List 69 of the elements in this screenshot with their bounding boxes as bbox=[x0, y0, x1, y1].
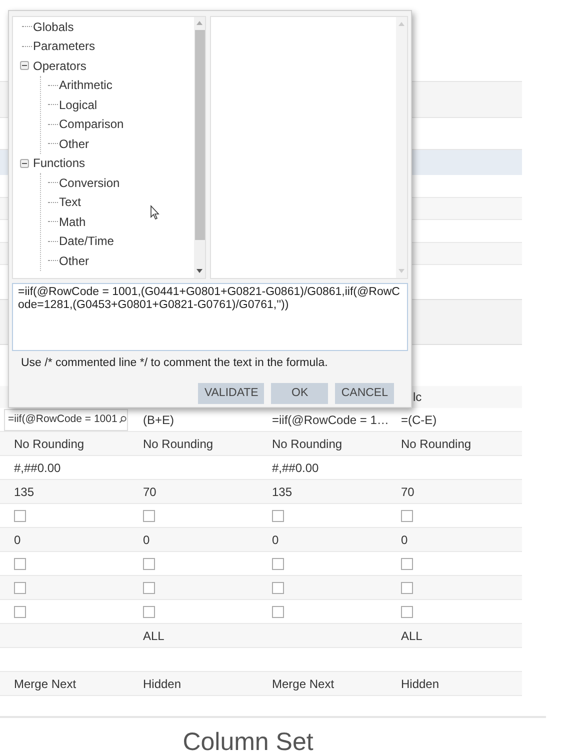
scroll-up-icon[interactable] bbox=[196, 19, 203, 27]
checkbox[interactable] bbox=[272, 582, 284, 594]
table-cell-text: #,##0.00 bbox=[14, 460, 61, 476]
table-cell-text: (B+E) bbox=[143, 412, 174, 428]
checkbox[interactable] bbox=[143, 606, 155, 618]
tree-item[interactable]: Conversion bbox=[59, 174, 120, 192]
tree-item[interactable]: Comparison bbox=[59, 115, 124, 134]
checkbox[interactable] bbox=[143, 510, 155, 522]
checkbox[interactable] bbox=[14, 582, 26, 594]
tree-item[interactable]: Globals bbox=[33, 18, 74, 36]
checkbox[interactable] bbox=[14, 606, 26, 618]
checkbox[interactable] bbox=[401, 558, 413, 570]
table-cell-text: #,##0.00 bbox=[272, 460, 319, 476]
scroll-up-icon[interactable] bbox=[398, 20, 405, 28]
checkbox[interactable] bbox=[272, 558, 284, 570]
table-cell-text: 0 bbox=[143, 532, 150, 548]
table-cell-text: 0 bbox=[14, 532, 21, 548]
formula-field[interactable]: =iif(@RowCode = 1001,(G0441+G0801+G0821-G0861)/G0861,iif(@RowCode=1281,(G0453+G0801+G0821-G0761)/G0761,'')) bbox=[12, 282, 408, 351]
tree-item[interactable]: Other bbox=[59, 252, 90, 270]
tree-item[interactable]: Arithmetic bbox=[59, 76, 112, 94]
checkbox[interactable] bbox=[14, 510, 26, 522]
table-cell-text: No Rounding bbox=[143, 436, 214, 452]
section-title: Column Set bbox=[182, 727, 314, 755]
tree-item[interactable]: Operators bbox=[33, 56, 86, 75]
table-cell-text: No Rounding bbox=[272, 436, 342, 452]
scrollbar[interactable] bbox=[194, 17, 205, 278]
checkbox[interactable] bbox=[401, 606, 413, 618]
table-cell-text: ALL bbox=[143, 628, 164, 644]
tree-item[interactable]: Functions bbox=[33, 154, 86, 172]
table-cell-text: =iif(@RowCode = 1… bbox=[272, 412, 389, 428]
dialog-button[interactable]: VALIDATE bbox=[198, 383, 264, 404]
checkbox[interactable] bbox=[272, 606, 284, 618]
tree-item[interactable]: Logical bbox=[59, 96, 98, 114]
table-cell-text: 70 bbox=[143, 484, 156, 500]
checkbox[interactable] bbox=[272, 510, 284, 522]
table-cell-text: No Rounding bbox=[401, 436, 472, 452]
table-cell-text: 0 bbox=[272, 532, 279, 548]
table-cell-text: lc bbox=[413, 389, 422, 406]
collapse-icon[interactable] bbox=[20, 61, 28, 70]
tree-item[interactable]: Text bbox=[59, 193, 82, 212]
pointer-icon bbox=[150, 205, 160, 220]
table-cell-text: 135 bbox=[14, 484, 34, 500]
checkbox[interactable] bbox=[401, 510, 413, 522]
tree-item[interactable]: Parameters bbox=[33, 37, 96, 56]
table-cell-text: No Rounding bbox=[14, 436, 84, 452]
tree-item[interactable]: Date/Time bbox=[59, 232, 114, 250]
table-cell-text: =(C-E) bbox=[401, 412, 437, 428]
checkbox[interactable] bbox=[14, 558, 26, 570]
dialog-button[interactable]: OK bbox=[271, 383, 328, 404]
collapse-icon[interactable] bbox=[20, 158, 28, 168]
scroll-down-icon[interactable] bbox=[196, 266, 203, 275]
table-cell-text: Hidden bbox=[143, 676, 182, 692]
tree-item[interactable]: Other bbox=[59, 134, 90, 153]
formula-input-field[interactable]: =iif(@RowCode = 1001 bbox=[4, 408, 128, 430]
tree-item[interactable]: Math bbox=[59, 212, 86, 231]
scrollbar[interactable] bbox=[396, 17, 407, 278]
dialog-button[interactable]: CANCEL bbox=[335, 383, 394, 404]
checkbox[interactable] bbox=[401, 582, 413, 594]
search-icon[interactable] bbox=[119, 414, 127, 425]
table-cell-text: 70 bbox=[401, 484, 414, 500]
table-cell-text: Hidden bbox=[401, 676, 440, 692]
table-cell-text: 135 bbox=[272, 484, 292, 500]
table-cell-text: Merge Next bbox=[14, 676, 76, 692]
checkbox[interactable] bbox=[143, 582, 155, 594]
table-cell-text: 0 bbox=[401, 532, 408, 548]
table-cell-text: Merge Next bbox=[272, 676, 334, 692]
table-cell-text: ALL bbox=[401, 628, 422, 644]
checkbox[interactable] bbox=[143, 558, 155, 570]
hint-text: Use /* commented line */ to comment the text in the formula. bbox=[21, 356, 329, 371]
